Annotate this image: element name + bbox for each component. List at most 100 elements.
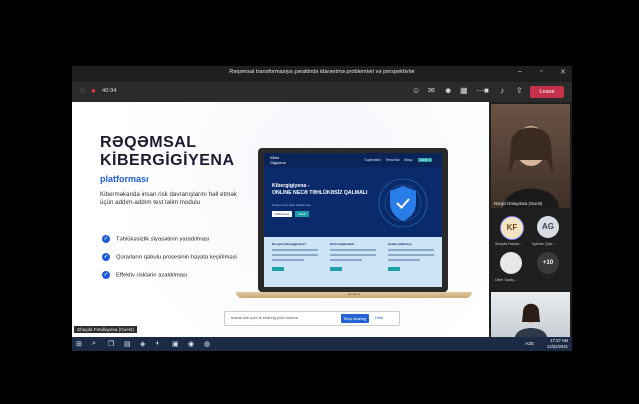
minimize-icon[interactable]: –: [518, 68, 522, 75]
leave-button[interactable]: Leave: [530, 86, 564, 98]
laptop-mockup: Kiber Gigiyena Təqdimatlar Resurslar Əla…: [258, 148, 448, 292]
text-line: [330, 249, 376, 251]
window-title: Rəqəmsal transformasiya şəraitində idarə…: [229, 69, 415, 75]
bullet-text: Təhlükəsizlik siyasətinin yaradılması: [116, 236, 210, 243]
screen-headline-line2: ONLINE NECƏ TƏHLÜKƏSİZ QALMALI: [272, 190, 368, 196]
slide-title: RƏQƏMSAL KİBERGİGİYENA: [100, 134, 235, 170]
maximize-icon[interactable]: ▫: [540, 68, 542, 75]
edge-icon[interactable]: ◐: [156, 340, 160, 347]
windows-start-icon[interactable]: ⊞: [76, 340, 82, 348]
bullet-item: ✓ Qərarların qəbulu prosesinin həyata keç…: [102, 253, 237, 261]
screen-headline: Kibergigiyena - ONLINE NECƏ TƏHLÜKƏSİZ Q…: [272, 183, 367, 197]
meeting-timer: 40:34: [102, 88, 117, 94]
check-icon: ✓: [102, 253, 110, 261]
screen-nav-item: Resurslar: [386, 158, 400, 162]
screen-logo: Kiber Gigiyena: [270, 155, 286, 165]
screen-nav-item: Daxil ol: [418, 158, 433, 162]
check-icon: ✓: [102, 271, 110, 279]
screen-button-secondary: Daxil: [295, 211, 309, 217]
text-line: [272, 259, 305, 261]
slide-title-line2: KİBERGİGİYENA: [100, 152, 235, 169]
participants-panel: Nərgiz İsmayılova (Guest) KF Shayda Fatu…: [489, 102, 572, 337]
check-icon: ✓: [102, 235, 110, 243]
participant-name: Shayda Fatulla...: [495, 242, 522, 246]
more-participants-button[interactable]: +10: [537, 252, 559, 274]
bullet-text: Qərarların qəbulu prosesinin həyata keçi…: [116, 254, 237, 261]
file-explorer-icon[interactable]: ▤: [124, 340, 131, 348]
laptop-screen: Kiber Gigiyena Təqdimatlar Resurslar Əla…: [264, 153, 442, 287]
screen-card-title: Hədəf auditoriya: [388, 242, 412, 246]
participant-name: Aykhan Qad...: [532, 242, 555, 246]
text-line: [272, 254, 318, 256]
slide-subtitle: platforması: [100, 174, 149, 184]
recording-icon: ●: [91, 86, 96, 95]
chrome-icon[interactable]: ◉: [188, 340, 194, 348]
slide-title-line1: RƏQƏMSAL: [100, 134, 197, 151]
laptop-base: MacBook: [236, 292, 472, 298]
screen-small-text: Onlayn kurs təlim platforması: [272, 203, 311, 207]
taskbar: ⊞ ⌕ ❐ ▤ ◈ ◐ ▣ ◉ ◍ AZE 17:27 AM 12/22/202…: [72, 337, 572, 351]
language-indicator[interactable]: AZE: [525, 341, 534, 346]
people-icon[interactable]: ☺: [412, 86, 420, 95]
rooms-icon[interactable]: ▦: [460, 86, 468, 95]
screen-navbar: Kiber Gigiyena Təqdimatlar Resurslar Əla…: [264, 153, 442, 167]
text-line: [330, 259, 363, 261]
participant-video-tile[interactable]: Nərgiz İsmayılova (Guest): [491, 104, 570, 208]
card-button: [272, 267, 284, 271]
system-clock[interactable]: 17:27 AM 12/22/2021: [547, 338, 568, 349]
participant-name: Nərgiz İsmayılova (Guest): [494, 201, 543, 206]
screen-button-primary: Təlimə keç: [272, 211, 292, 217]
more-options-icon[interactable]: ⋯: [476, 86, 484, 95]
text-line: [272, 249, 318, 251]
text-line: [388, 249, 434, 251]
reactions-icon[interactable]: ☻: [444, 86, 452, 95]
sharing-notice-text: teams.live.com is sharing your screen.: [231, 315, 300, 320]
app-icon[interactable]: ▣: [172, 340, 179, 348]
shared-screen: RƏQƏMSAL KİBERGİGİYENA platforması Kiber…: [72, 102, 489, 337]
screen-sharing-banner: teams.live.com is sharing your screen. S…: [224, 311, 400, 326]
screen-info-card: Nə üçün kibergigiyena?: [272, 242, 318, 280]
presenter-name-tag: Shəyda Fətullayeva (Guest): [74, 326, 137, 333]
camera-icon[interactable]: ■: [484, 86, 489, 95]
teams-icon[interactable]: ◈: [140, 340, 145, 348]
text-line: [388, 254, 434, 256]
screen-nav-item: Əlaqə: [404, 158, 413, 162]
screen-logo-line2: Gigiyena: [270, 159, 286, 165]
task-view-icon[interactable]: ❐: [108, 340, 114, 348]
avatar[interactable]: KF: [500, 216, 524, 240]
screen-info-card: Kimi istiqamətlər: [330, 242, 376, 280]
screen-card-title: Nə üçün kibergigiyena?: [272, 242, 306, 246]
microphone-icon[interactable]: ♪: [500, 86, 504, 95]
bullet-item: ✓ Effektiv risklərin azaldılması: [102, 271, 187, 279]
window-titlebar: Rəqəmsal transformasiya şəraitində idarə…: [72, 66, 572, 82]
bullet-text: Effektiv risklərin azaldılması: [116, 272, 188, 279]
close-icon[interactable]: ✕: [560, 68, 566, 76]
avatar[interactable]: [500, 252, 522, 274]
hide-banner-link[interactable]: Hide: [375, 315, 383, 320]
text-line: [388, 259, 421, 261]
search-icon[interactable]: ⌕: [92, 340, 96, 348]
participant-name: Ulker Sadiq...: [495, 278, 517, 282]
bullet-item: ✓ Təhlükəsizlik siyasətinin yaradılması: [102, 235, 209, 243]
screen-headline-line1: Kibergigiyena -: [272, 183, 310, 189]
stop-sharing-button[interactable]: Stop sharing: [341, 314, 369, 323]
shield-icon: [378, 178, 428, 228]
chat-bubble-icon[interactable]: ◌: [80, 86, 85, 95]
card-button: [330, 267, 342, 271]
meeting-toolbar: ◌ ● 40:34 ☺ ✉ ☻ ▦ ⋯ ■ ♪ ⇪ Leave: [72, 82, 572, 102]
share-icon[interactable]: ⇪: [516, 86, 523, 95]
screen-nav-item: Təqdimatlar: [364, 158, 381, 162]
self-video-tile[interactable]: [491, 292, 570, 337]
app-icon[interactable]: ◍: [204, 340, 210, 348]
person-video-icon: [515, 303, 547, 337]
clock-date: 12/22/2021: [547, 343, 568, 349]
laptop-brand-label: MacBook: [347, 292, 361, 296]
clock-time: 17:27 AM: [550, 338, 568, 343]
avatar[interactable]: AG: [537, 216, 559, 238]
card-button: [388, 267, 400, 271]
slide-description: Kibermәkanda insan risk davranışlarını h…: [100, 191, 237, 206]
person-video-icon: [503, 126, 559, 208]
chat-icon[interactable]: ✉: [428, 86, 435, 95]
screen-card-title: Kimi istiqamətlər: [330, 242, 355, 246]
screen-info-card: Hədəf auditoriya: [388, 242, 434, 280]
